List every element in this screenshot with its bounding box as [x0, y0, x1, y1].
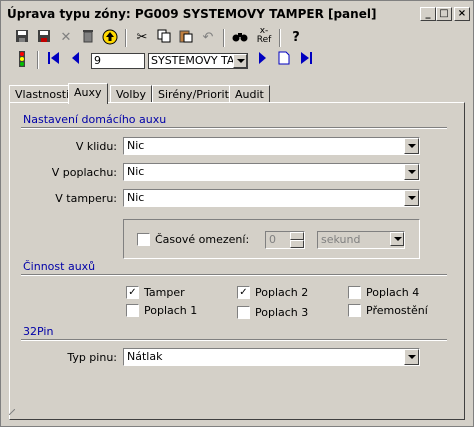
premosteni-checkbox[interactable]	[348, 304, 361, 317]
delete-icon[interactable]	[79, 29, 97, 47]
pin-type-value: Nátlak	[127, 350, 163, 363]
new-record-icon[interactable]	[275, 51, 293, 69]
paste-icon[interactable]	[177, 29, 195, 47]
record-name-value: SYSTEMOVY TA	[151, 54, 235, 67]
chevron-down-icon[interactable]	[404, 190, 419, 206]
poplach-4-checkbox[interactable]	[348, 286, 361, 299]
tab-auxy[interactable]: Auxy	[68, 83, 108, 104]
save-icon[interactable]	[13, 29, 31, 47]
toolbar-separator	[37, 51, 39, 69]
title-bar: Úprava typu zóny: PG009 SYSTEMOVY TAMPER…	[3, 3, 471, 25]
poplach-4-label: Poplach 4	[366, 286, 420, 299]
cancel-icon[interactable]: ✕	[57, 29, 75, 47]
help-icon[interactable]: ?	[287, 29, 305, 47]
tab-vlastnosti[interactable]: Vlastnosti	[9, 85, 76, 103]
save-all-icon[interactable]	[35, 29, 53, 47]
find-icon[interactable]	[231, 29, 249, 47]
time-limit-label: Časové omezení:	[155, 233, 250, 246]
first-record-icon[interactable]	[45, 51, 63, 69]
label-v-poplachu: V poplachu:	[51, 166, 117, 179]
label-v-tamperu: V tamperu:	[55, 192, 117, 205]
references-icon[interactable]: x- Ref	[255, 27, 273, 45]
time-limit-checkbox[interactable]	[137, 233, 150, 246]
v-tamperu-value: Nic	[127, 191, 145, 204]
chevron-down-icon[interactable]	[390, 232, 404, 246]
label-v-klidu: V klidu:	[75, 140, 117, 153]
chevron-down-icon[interactable]	[404, 164, 419, 180]
tamper-checkbox[interactable]: ✓	[126, 286, 139, 299]
tamper-label: Tamper	[144, 286, 185, 299]
maximize-button[interactable]: □	[436, 7, 452, 21]
minimize-button[interactable]: _	[420, 7, 436, 21]
chevron-down-icon[interactable]	[404, 138, 419, 154]
premosteni-label: Přemostění	[366, 304, 428, 317]
v-tamperu-select[interactable]: Nic	[123, 189, 420, 207]
spin-down-icon[interactable]	[290, 240, 304, 248]
section-divider	[21, 274, 447, 276]
copy-icon[interactable]	[155, 29, 173, 47]
last-record-icon[interactable]	[297, 51, 315, 69]
section-title-home-aux: Nastavení domácího auxu	[23, 113, 167, 126]
poplach-1-checkbox[interactable]	[126, 304, 139, 317]
poplach-1-label: Poplach 1	[144, 304, 198, 317]
zone-type-edit-window: Úprava typu zóny: PG009 SYSTEMOVY TAMPER…	[0, 0, 474, 427]
section-title-32pin: 32Pin	[23, 325, 54, 338]
pin-type-select[interactable]: Nátlak	[123, 348, 420, 366]
record-name-select[interactable]: SYSTEMOVY TA	[148, 53, 248, 69]
next-record-icon[interactable]	[253, 51, 271, 69]
v-klidu-select[interactable]: Nic	[123, 137, 420, 155]
spin-up-icon[interactable]	[290, 232, 304, 240]
undo-icon[interactable]: ↶	[199, 29, 217, 47]
section-divider	[21, 339, 447, 341]
poplach-3-label: Poplach 3	[255, 306, 309, 319]
previous-record-icon[interactable]	[67, 51, 85, 69]
traffic-light-icon[interactable]	[13, 51, 31, 69]
spinner-buttons[interactable]	[290, 232, 304, 248]
toolbar-separator	[125, 29, 127, 47]
time-unit-select[interactable]: sekund	[317, 231, 405, 249]
record-number-input[interactable]: 9	[91, 53, 145, 69]
toolbar-separator	[223, 29, 225, 47]
time-unit-value: sekund	[321, 233, 361, 246]
up-arrow-icon[interactable]	[101, 29, 119, 47]
window-title: Úprava typu zóny: PG009 SYSTEMOVY TAMPER…	[7, 7, 377, 21]
poplach-3-checkbox[interactable]	[237, 306, 250, 319]
resize-grip-icon[interactable]	[8, 405, 21, 417]
tab-audit[interactable]: Audit	[229, 85, 270, 103]
chevron-down-icon[interactable]	[404, 349, 419, 365]
v-klidu-value: Nic	[127, 139, 145, 152]
section-divider	[21, 127, 447, 129]
cut-icon[interactable]: ✂	[133, 29, 151, 47]
close-button[interactable]: ×	[454, 7, 470, 21]
time-limit-spinner[interactable]: 0	[265, 231, 305, 249]
toolbar: ✕ ✂ ↶ x- Ref ? 9 SYSTEMOVY TA	[3, 27, 471, 73]
time-limit-value: 0	[269, 233, 276, 246]
tab-volby[interactable]: Volby	[110, 85, 152, 103]
section-title-aux-activity: Činnost auxů	[23, 260, 96, 273]
poplach-2-label: Poplach 2	[255, 286, 309, 299]
label-pin-type: Typ pinu:	[67, 351, 117, 364]
toolbar-separator	[279, 29, 281, 47]
ref-label: Ref	[256, 35, 272, 45]
v-poplachu-value: Nic	[127, 165, 145, 178]
poplach-2-checkbox[interactable]: ✓	[237, 286, 250, 299]
v-poplachu-select[interactable]: Nic	[123, 163, 420, 181]
chevron-down-icon[interactable]	[233, 54, 247, 68]
